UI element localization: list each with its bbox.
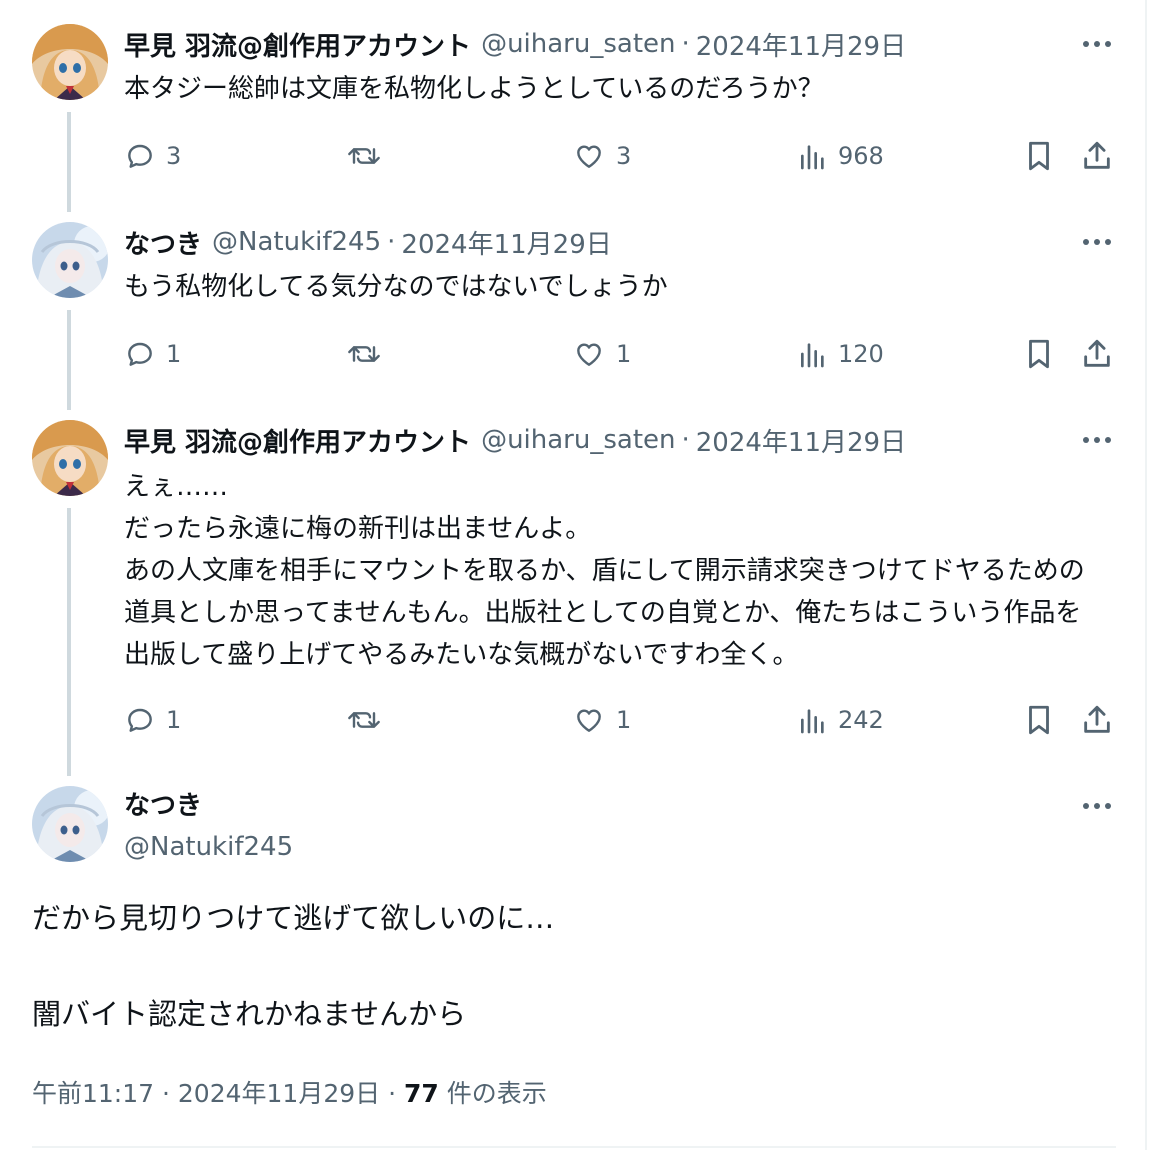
tweet-text: 本タジー総帥は文庫を私物化しようとしているのだろうか？ [124, 68, 1124, 110]
bookmark-button[interactable] [1024, 136, 1054, 176]
tweet-time[interactable]: 午前11:17 [32, 1079, 154, 1108]
like-count: 3 [616, 142, 632, 170]
avatar[interactable] [32, 786, 108, 862]
tweet-text-line: 道具としか思ってませんもん。出版社としての自覚とか、俺たちはこういう作品を [124, 598, 1082, 628]
tweet-text: もう私物化してる気分なのではないでしょうか [124, 266, 1124, 308]
like-count: 1 [616, 706, 632, 734]
like-icon [572, 704, 606, 736]
avatar[interactable] [32, 222, 108, 298]
views-button[interactable]: 242 [798, 700, 884, 740]
share-icon [1080, 139, 1114, 173]
views-button[interactable]: 968 [798, 136, 884, 176]
share-icon [1080, 337, 1114, 371]
tweet-text: えぇ…… だったら永遠に梅の新刊は出ませんよ。 あの人文庫を相手にマウントを取る… [124, 466, 1124, 676]
share-button[interactable] [1080, 334, 1114, 374]
share-button[interactable] [1080, 700, 1114, 740]
like-icon [572, 140, 606, 172]
user-handle[interactable]: @uiharu_saten [481, 425, 675, 455]
bookmark-icon [1024, 703, 1054, 737]
display-name[interactable]: 早見 羽流@創作用アカウント [124, 422, 471, 459]
reply-button[interactable]: 3 [124, 136, 181, 176]
views-icon [798, 140, 828, 172]
retweet-icon [346, 704, 382, 736]
reply-icon [124, 140, 156, 172]
tweet-date[interactable]: 2024年11月29日 [696, 26, 906, 63]
reply-button[interactable]: 1 [124, 700, 181, 740]
separator-dot: · [387, 227, 396, 257]
avatar[interactable] [32, 24, 108, 100]
tweet-header: なつき @Natukif245 · 2024年11月29日 [124, 222, 612, 262]
retweet-button[interactable] [346, 334, 382, 374]
reply-count: 3 [166, 142, 182, 170]
separator-dot: · [388, 1079, 397, 1108]
divider [32, 1146, 1116, 1148]
more-icon[interactable] [1080, 232, 1114, 252]
share-icon [1080, 703, 1114, 737]
views-icon [798, 338, 828, 370]
like-icon [572, 338, 606, 370]
view-count: 242 [838, 706, 884, 734]
reply-count: 1 [166, 706, 182, 734]
tweet-meta: 午前11:17 · 2024年11月29日 · 77 件の表示 [32, 1074, 547, 1114]
view-count: 120 [838, 340, 884, 368]
like-button[interactable]: 1 [572, 334, 631, 374]
views-icon [798, 704, 828, 736]
reply-icon [124, 704, 156, 736]
view-count: 968 [838, 142, 884, 170]
tweet-thread-page: 早見 羽流@創作用アカウント @uiharu_saten · 2024年11月2… [0, 0, 1150, 1150]
like-count: 1 [616, 340, 632, 368]
display-name[interactable]: なつき [124, 224, 202, 261]
tweet-text-line: だったら永遠に梅の新刊は出ませんよ。 [124, 514, 592, 544]
tweet-header: 早見 羽流@創作用アカウント @uiharu_saten · 2024年11月2… [124, 24, 906, 64]
bookmark-icon [1024, 139, 1054, 173]
column-border [1145, 0, 1147, 1150]
retweet-button[interactable] [346, 700, 382, 740]
user-handle[interactable]: @Natukif245 [212, 227, 381, 257]
separator-dot: · [681, 425, 690, 455]
more-icon[interactable] [1080, 430, 1114, 450]
thread-connector [67, 508, 71, 776]
retweet-icon [346, 140, 382, 172]
bookmark-button[interactable] [1024, 700, 1054, 740]
more-icon[interactable] [1080, 796, 1114, 816]
separator-dot: · [162, 1079, 170, 1108]
avatar[interactable] [32, 420, 108, 496]
tweet-date[interactable]: 2024年11月29日 [401, 224, 611, 261]
tweet-text-line: 本タジー総帥は文庫を私物化しようとしているのだろうか？ [124, 74, 824, 104]
bookmark-button[interactable] [1024, 334, 1054, 374]
retweet-button[interactable] [346, 136, 382, 176]
retweet-icon [346, 338, 382, 370]
share-button[interactable] [1080, 136, 1114, 176]
user-handle[interactable]: @Natukif245 [124, 827, 293, 867]
tweet-text-line: えぇ…… [124, 472, 229, 502]
reply-count: 1 [166, 340, 182, 368]
thread-connector [67, 310, 71, 410]
tweet-text-line: 出版して盛り上げてやるみたいな気概がないですわ全く。 [124, 640, 799, 670]
separator-dot: · [681, 29, 690, 59]
main-tweet-text-line: だから見切りつけて逃げて欲しいのに… [32, 901, 555, 935]
views-button[interactable]: 120 [798, 334, 884, 374]
tweet-date[interactable]: 2024年11月29日 [178, 1079, 380, 1108]
reply-button[interactable]: 1 [124, 334, 181, 374]
tweet-date[interactable]: 2024年11月29日 [696, 422, 906, 459]
display-name[interactable]: なつき [124, 786, 202, 826]
user-handle[interactable]: @uiharu_saten [481, 29, 675, 59]
views-count: 77 [404, 1079, 439, 1108]
tweet-text-line: もう私物化してる気分なのではないでしょうか [124, 272, 668, 302]
more-icon[interactable] [1080, 34, 1114, 54]
tweet-header: 早見 羽流@創作用アカウント @uiharu_saten · 2024年11月2… [124, 420, 906, 460]
bookmark-icon [1024, 337, 1054, 371]
like-button[interactable]: 3 [572, 136, 631, 176]
tweet-text-line: あの人文庫を相手にマウントを取るか、盾にして開示請求突きつけてドヤるための [124, 556, 1085, 586]
reply-icon [124, 338, 156, 370]
display-name[interactable]: 早見 羽流@創作用アカウント [124, 26, 471, 63]
like-button[interactable]: 1 [572, 700, 631, 740]
views-label: 件の表示 [446, 1079, 547, 1108]
main-tweet-text-line: 闇バイト認定されかねませんから [32, 997, 467, 1031]
thread-connector [67, 112, 71, 212]
